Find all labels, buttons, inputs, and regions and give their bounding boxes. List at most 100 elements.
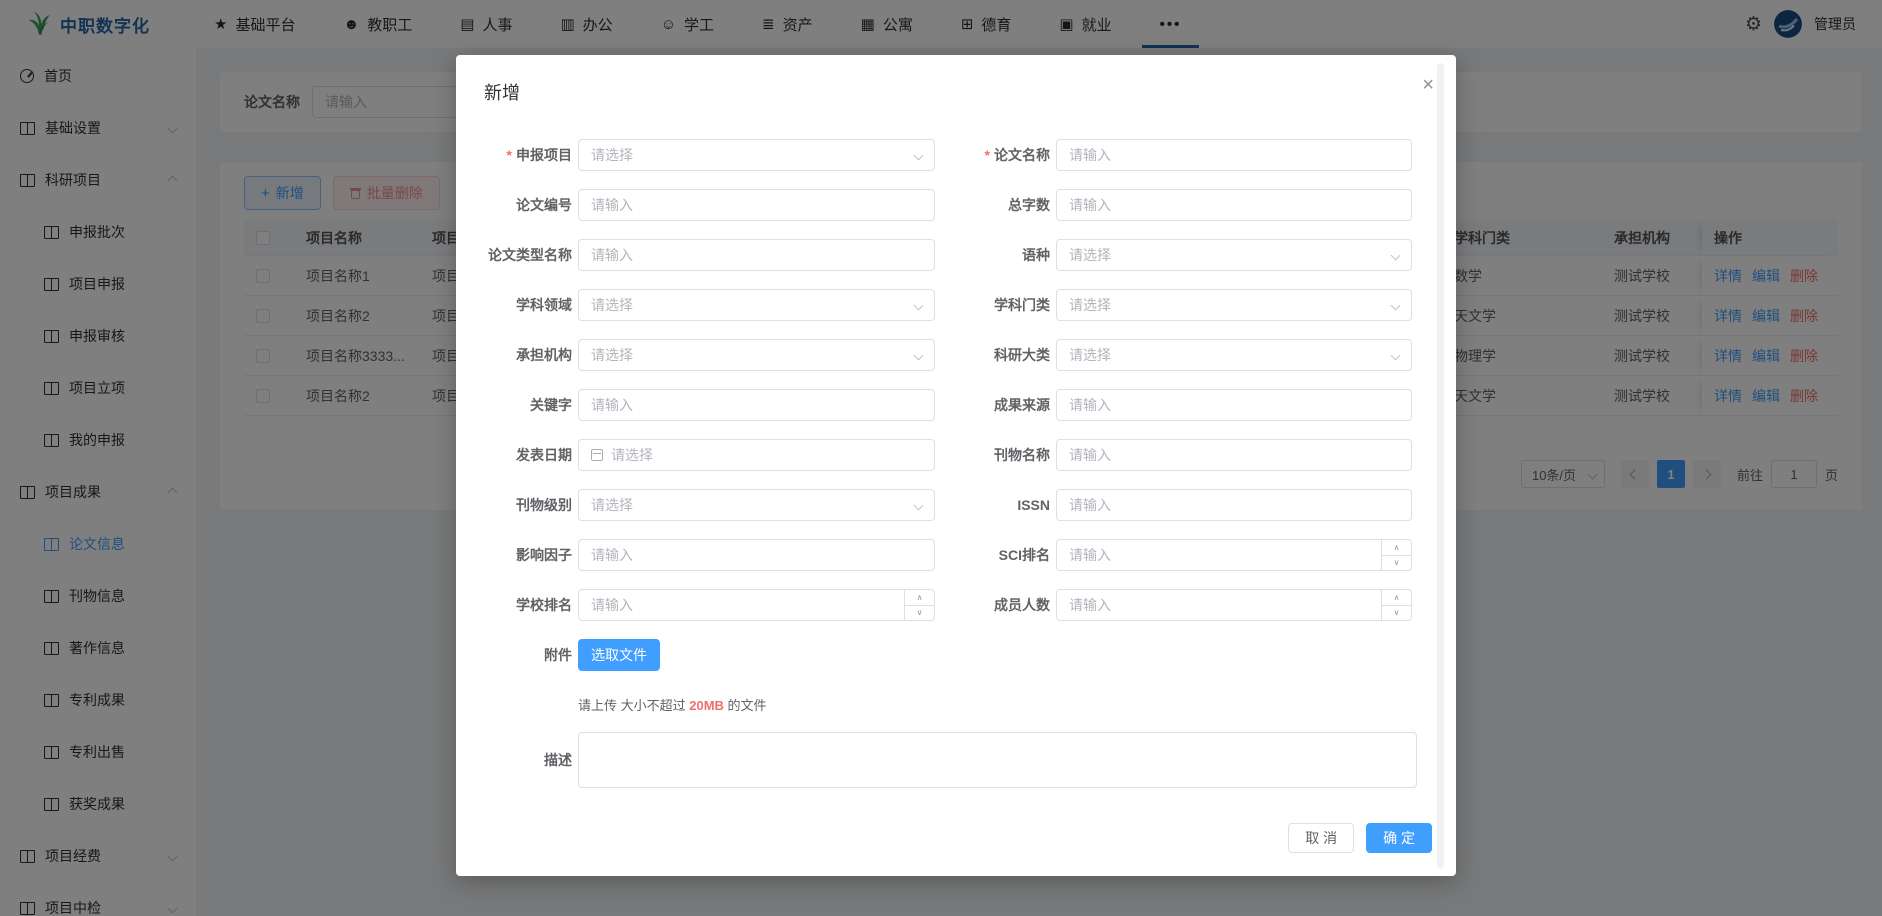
field-label-10: 关键字	[456, 389, 572, 421]
confirm-button[interactable]: 确 定	[1366, 823, 1432, 853]
input-field-3[interactable]	[1056, 189, 1412, 221]
select-placeholder: 请选择	[591, 145, 633, 165]
dialog-title: 新增	[484, 79, 520, 105]
field-label-text: ISSN	[1017, 497, 1050, 513]
field-label-text: 关键字	[530, 395, 572, 415]
field-input[interactable]	[1069, 540, 1399, 570]
close-icon[interactable]: ×	[1422, 75, 1434, 95]
number-field-18[interactable]: ∧∨	[578, 589, 935, 621]
field-label-8: 承担机构	[456, 339, 572, 371]
input-field-2[interactable]	[578, 189, 935, 221]
cancel-button[interactable]: 取 消	[1288, 823, 1354, 853]
select-field-14[interactable]: 请选择	[578, 489, 935, 521]
field-label-text: 总字数	[1008, 195, 1050, 215]
chevron-down-icon	[914, 500, 924, 510]
field-label-text: 刊物名称	[994, 445, 1050, 465]
field-label-7: 学科门类	[941, 289, 1050, 321]
select-field-6[interactable]: 请选择	[578, 289, 935, 321]
field-input[interactable]	[1069, 440, 1399, 470]
spinner-up-icon[interactable]: ∧	[1382, 590, 1411, 606]
attachment-label: 附件	[456, 639, 572, 671]
hint-size: 20MB	[689, 698, 724, 713]
field-label-3: 总字数	[941, 189, 1050, 221]
select-field-7[interactable]: 请选择	[1056, 289, 1412, 321]
required-asterisk: *	[507, 147, 512, 163]
dialog-footer: 取 消 确 定	[1288, 823, 1432, 853]
field-label-text: 刊物级别	[516, 495, 572, 515]
select-placeholder: 请选择	[1069, 345, 1111, 365]
spinner-up-icon[interactable]: ∧	[905, 590, 934, 606]
field-input[interactable]	[1069, 390, 1399, 420]
description-label: 描述	[456, 744, 572, 776]
field-label-text: 承担机构	[516, 345, 572, 365]
description-row: 描述	[456, 732, 1456, 788]
field-label-18: 学校排名	[456, 589, 572, 621]
required-asterisk: *	[985, 147, 990, 163]
spinner-down-icon[interactable]: ∨	[1382, 606, 1411, 621]
input-field-1[interactable]	[1056, 139, 1412, 171]
field-input[interactable]	[591, 190, 922, 220]
spinner-down-icon[interactable]: ∨	[905, 606, 934, 621]
add-paper-dialog: 新增 × *申报项目请选择*论文名称论文编号总字数论文类型名称语种请选择学科领域…	[456, 55, 1456, 876]
select-field-0[interactable]: 请选择	[578, 139, 935, 171]
chevron-down-icon	[914, 150, 924, 160]
input-field-10[interactable]	[578, 389, 935, 421]
field-label-text: 科研大类	[994, 345, 1050, 365]
field-label-4: 论文类型名称	[456, 239, 572, 271]
select-placeholder: 请选择	[1069, 245, 1111, 265]
select-field-8[interactable]: 请选择	[578, 339, 935, 371]
field-label-9: 科研大类	[941, 339, 1050, 371]
input-field-15[interactable]	[1056, 489, 1412, 521]
dialog-body: *申报项目请选择*论文名称论文编号总字数论文类型名称语种请选择学科领域请选择学科…	[456, 139, 1456, 788]
spinner-down-icon[interactable]: ∨	[1382, 556, 1411, 571]
modal-scrollbar[interactable]	[1437, 63, 1444, 868]
field-label-text: 成果来源	[994, 395, 1050, 415]
input-field-16[interactable]	[578, 539, 935, 571]
field-label-19: 成员人数	[941, 589, 1050, 621]
field-label-text: 论文名称	[994, 145, 1050, 165]
choose-file-button[interactable]: 选取文件	[578, 639, 660, 671]
field-input[interactable]	[1069, 590, 1399, 620]
field-label-16: 影响因子	[456, 539, 572, 571]
select-field-5[interactable]: 请选择	[1056, 239, 1412, 271]
number-field-19[interactable]: ∧∨	[1056, 589, 1412, 621]
field-label-text: SCI排名	[999, 545, 1050, 565]
field-label-text: 成员人数	[994, 595, 1050, 615]
field-label-text: 论文类型名称	[488, 245, 572, 265]
field-input[interactable]	[591, 540, 922, 570]
field-label-6: 学科领域	[456, 289, 572, 321]
field-input[interactable]	[1069, 190, 1399, 220]
hint-suffix: 的文件	[724, 698, 767, 713]
select-placeholder: 请选择	[591, 495, 633, 515]
field-input[interactable]	[611, 440, 922, 470]
input-field-4[interactable]	[578, 239, 935, 271]
field-input[interactable]	[1069, 490, 1399, 520]
field-label-12: 发表日期	[456, 439, 572, 471]
select-placeholder: 请选择	[1069, 295, 1111, 315]
field-label-text: 学科门类	[994, 295, 1050, 315]
input-field-11[interactable]	[1056, 389, 1412, 421]
number-spinner: ∧∨	[904, 590, 934, 620]
field-label-5: 语种	[941, 239, 1050, 271]
field-input[interactable]	[591, 590, 922, 620]
field-input[interactable]	[591, 390, 922, 420]
number-field-17[interactable]: ∧∨	[1056, 539, 1412, 571]
field-label-17: SCI排名	[941, 539, 1050, 571]
select-placeholder: 请选择	[591, 295, 633, 315]
chevron-down-icon	[1391, 300, 1401, 310]
spinner-up-icon[interactable]: ∧	[1382, 540, 1411, 556]
field-label-15: ISSN	[941, 489, 1050, 521]
chevron-down-icon	[914, 350, 924, 360]
field-label-1: *论文名称	[941, 139, 1050, 171]
select-field-9[interactable]: 请选择	[1056, 339, 1412, 371]
input-field-13[interactable]	[1056, 439, 1412, 471]
app-window: 中职数字化 ★基础平台☻教职工▤人事▥办公☺学工≣资产▦公寓⊞德育▣就业••• …	[0, 0, 1882, 916]
field-label-text: 语种	[1022, 245, 1050, 265]
description-textarea[interactable]	[578, 732, 1417, 788]
field-label-11: 成果来源	[941, 389, 1050, 421]
field-input[interactable]	[591, 240, 922, 270]
date-field-12[interactable]	[578, 439, 935, 471]
field-label-text: 影响因子	[516, 545, 572, 565]
field-input[interactable]	[1069, 140, 1399, 170]
field-label-text: 发表日期	[516, 445, 572, 465]
